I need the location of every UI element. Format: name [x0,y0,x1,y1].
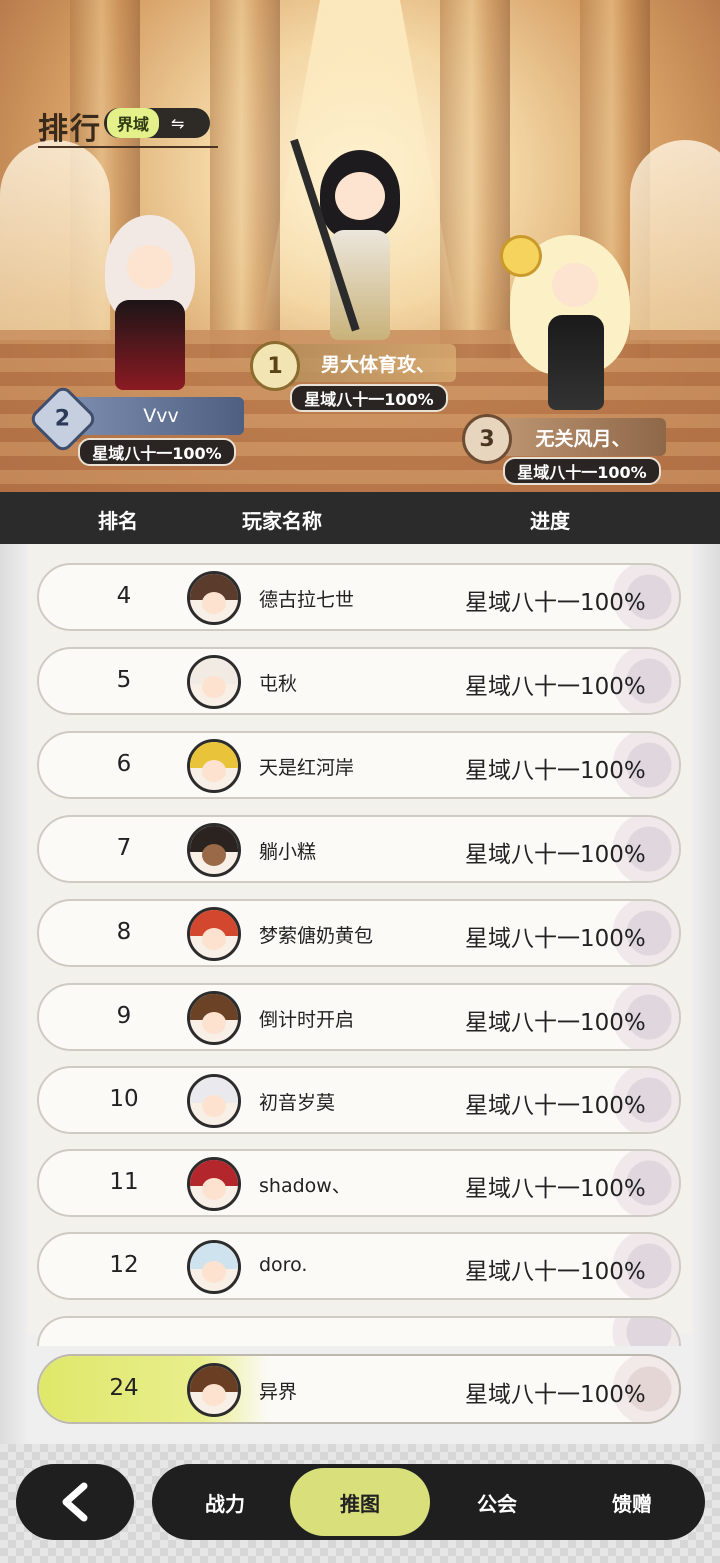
background-arch [630,140,720,340]
avatar[interactable] [187,1074,241,1128]
first-place-progress: 星域八十一100% [290,384,448,412]
first-place-progress-text: 星域八十一100% [304,390,434,409]
first-place-character[interactable] [290,130,420,345]
tab-label: 战力 [205,1491,245,1516]
row-rank: 10 [109,1086,139,1112]
table-row-partial[interactable] [37,1316,681,1346]
realm-switch-button[interactable]: 界域 ⇋ [104,108,210,138]
row-progress: 星域八十一100% [465,1259,646,1285]
row-progress: 星域八十一100% [465,1093,646,1119]
my-rank: 24 [109,1375,139,1401]
page-title-block: 排行 [38,104,218,148]
avatar[interactable] [187,655,241,709]
third-place-character[interactable] [500,235,640,415]
third-place-progress-text: 星域八十一100% [517,463,647,482]
row-name: 天是红河岸 [259,757,355,779]
second-place-character[interactable] [85,210,215,395]
tab-bar: 战力 推图 公会 馈赠 [152,1464,705,1540]
row-name: 屯秋 [259,673,298,695]
row-progress: 星域八十一100% [465,926,646,952]
second-place-progress-text: 星域八十一100% [92,444,222,463]
tab-guild[interactable]: 公会 [432,1464,562,1540]
row-name: 初音岁莫 [259,1092,336,1114]
table-row[interactable]: 10 初音岁莫 星域八十一100% [37,1066,681,1134]
table-header: 排名 玩家名称 进度 [0,492,720,544]
podium-banner: 排行 界域 ⇋ 男大体育攻、 1 星域八十一100% Vvv 2 星域八十一10… [0,0,720,492]
table-row[interactable]: 11 shadow、 星域八十一100% [37,1149,681,1217]
avatar[interactable] [187,907,241,961]
avatar[interactable] [187,739,241,793]
header-progress: 进度 [530,509,570,533]
row-name: shadow、 [259,1175,351,1197]
my-progress: 星域八十一100% [465,1382,646,1408]
tab-label: 馈赠 [612,1491,652,1516]
row-rank: 8 [116,919,132,945]
row-rank: 9 [116,1003,132,1029]
row-name: 梦萦傏奶黄包 [259,925,374,947]
tab-gift[interactable]: 馈赠 [564,1464,700,1540]
row-ornament [579,1318,679,1346]
bottom-nav: 战力 推图 公会 馈赠 [0,1444,720,1563]
row-rank: 5 [116,667,132,693]
row-progress: 星域八十一100% [465,674,646,700]
third-place-name: 无关风月、 [535,427,631,450]
row-rank: 11 [109,1169,139,1195]
table-row[interactable]: 9 倒计时开启 星域八十一100% [37,983,681,1051]
avatar[interactable] [187,1363,241,1417]
table-row[interactable]: 12 doro. 星域八十一100% [37,1232,681,1300]
row-progress: 星域八十一100% [465,842,646,868]
header-rank: 排名 [98,509,138,533]
row-name: doro. [259,1254,308,1276]
table-row[interactable]: 5 屯秋 星域八十一100% [37,647,681,715]
row-name: 倒计时开启 [259,1009,355,1031]
tab-power[interactable]: 战力 [162,1464,288,1540]
table-row[interactable]: 6 天是红河岸 星域八十一100% [37,731,681,799]
swap-icon: ⇋ [171,113,185,133]
tab-stage[interactable]: 推图 [290,1468,430,1536]
row-progress: 星域八十一100% [465,758,646,784]
row-rank: 6 [116,751,132,777]
first-place-badge: 1 [250,341,300,391]
avatar[interactable] [187,1157,241,1211]
avatar[interactable] [187,991,241,1045]
page-title: 排行 [38,112,102,147]
third-place-badge: 3 [462,414,512,464]
first-place-name: 男大体育攻、 [320,353,435,376]
row-name: 德古拉七世 [259,589,355,611]
avatar[interactable] [187,823,241,877]
row-progress: 星域八十一100% [465,1010,646,1036]
table-row[interactable]: 4 德古拉七世 星域八十一100% [37,563,681,631]
avatar[interactable] [187,571,241,625]
third-place-progress: 星域八十一100% [503,457,661,485]
my-name: 异界 [259,1381,298,1403]
second-place-name: Vvv [143,405,179,427]
title-underline [38,146,218,148]
table-row[interactable]: 8 梦萦傏奶黄包 星域八十一100% [37,899,681,967]
row-progress: 星域八十一100% [465,1176,646,1202]
header-player: 玩家名称 [242,509,322,533]
row-rank: 7 [116,835,132,861]
row-progress: 星域八十一100% [465,590,646,616]
second-place-rank: 2 [55,406,71,432]
chevron-left-icon [62,1482,88,1522]
row-name: 躺小糕 [259,841,317,863]
row-rank: 4 [116,583,132,609]
second-place-progress: 星域八十一100% [78,438,236,466]
tab-label: 推图 [340,1491,380,1516]
realm-label: 界域 [107,108,160,138]
my-rank-row[interactable]: 24 异界 星域八十一100% [37,1354,681,1424]
first-place-rank: 1 [267,353,283,379]
tab-label: 公会 [477,1491,517,1516]
back-button[interactable] [16,1464,134,1540]
row-rank: 12 [109,1252,139,1278]
avatar[interactable] [187,1240,241,1294]
table-row[interactable]: 7 躺小糕 星域八十一100% [37,815,681,883]
third-place-rank: 3 [479,426,495,452]
